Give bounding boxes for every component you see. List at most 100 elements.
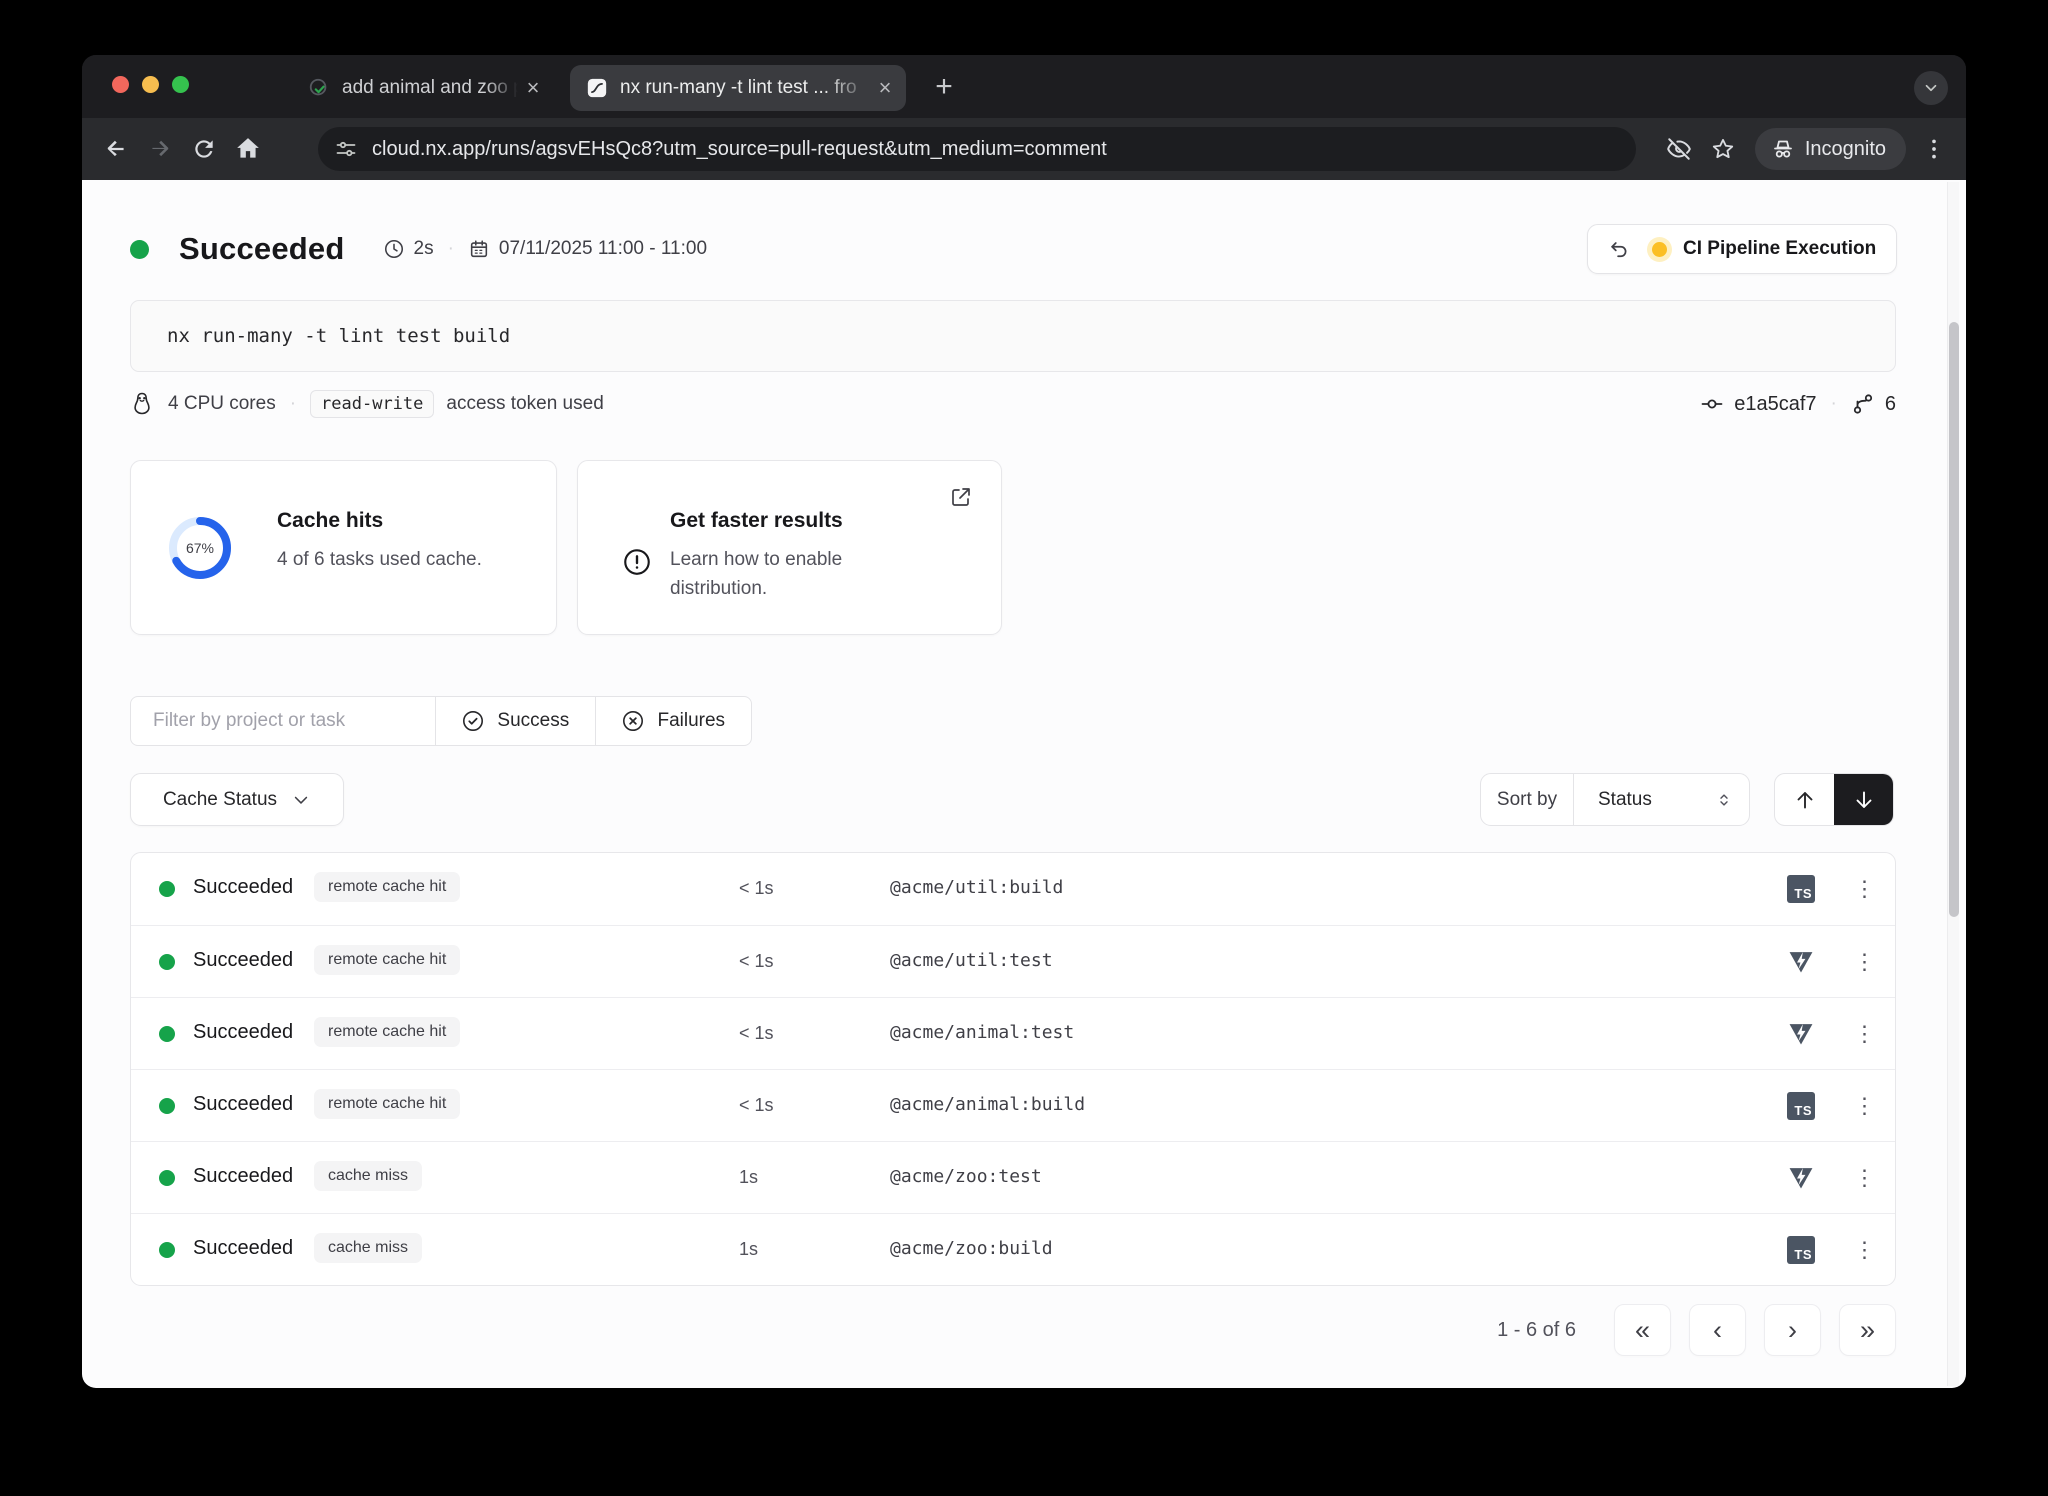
task-row[interactable]: Succeeded cache miss 1s @acme/zoo:build … bbox=[131, 1213, 1895, 1285]
linux-icon bbox=[130, 391, 154, 417]
filter-input[interactable] bbox=[131, 697, 435, 745]
sort-ascending-button[interactable] bbox=[1775, 774, 1834, 825]
task-menu-button[interactable]: ⋮ bbox=[1845, 869, 1885, 909]
kebab-menu-icon bbox=[1921, 136, 1947, 162]
date-range: 07/11/2025 11:00 - 11:00 bbox=[468, 238, 707, 260]
filter-success-button[interactable]: Success bbox=[435, 697, 594, 745]
commit-hash-link[interactable]: e1a5caf7 bbox=[1734, 393, 1816, 416]
vcs-info: e1a5caf7 · 6 bbox=[1700, 388, 1896, 420]
filter-failures-label: Failures bbox=[657, 710, 725, 732]
task-row[interactable]: Succeeded remote cache hit < 1s @acme/ut… bbox=[131, 853, 1895, 925]
task-status-label: Succeeded bbox=[193, 1237, 293, 1260]
home-button[interactable] bbox=[226, 127, 270, 171]
star-icon bbox=[1710, 136, 1736, 162]
task-row[interactable]: Succeeded cache miss 1s @acme/zoo:test T… bbox=[131, 1141, 1895, 1213]
zoom-window-button[interactable] bbox=[172, 76, 189, 93]
browser-window: add animal and zoo packages × nx run-man… bbox=[82, 55, 1966, 1388]
cpu-cores: 4 CPU cores bbox=[168, 393, 276, 415]
task-menu-button[interactable]: ⋮ bbox=[1845, 1158, 1885, 1198]
toolbar-right: Incognito bbox=[1657, 127, 1956, 171]
incognito-label: Incognito bbox=[1805, 138, 1886, 161]
task-menu-button[interactable]: ⋮ bbox=[1845, 1014, 1885, 1054]
close-tab-icon[interactable]: × bbox=[518, 75, 548, 101]
arrow-down-icon bbox=[1852, 788, 1876, 812]
tab-github-pr[interactable]: add animal and zoo packages × bbox=[292, 65, 554, 111]
address-bar[interactable]: cloud.nx.app/runs/agsvEHsQc8?utm_source=… bbox=[318, 127, 1636, 171]
task-status-label: Succeeded bbox=[193, 876, 293, 899]
sort-select[interactable]: Status bbox=[1574, 789, 1749, 811]
dot-separator: · bbox=[448, 238, 454, 260]
distribution-card[interactable]: Get faster results Learn how to enable d… bbox=[577, 460, 1002, 635]
ci-pipeline-execution-button[interactable]: CI Pipeline Execution bbox=[1587, 224, 1897, 274]
page-title: Succeeded bbox=[179, 231, 345, 267]
pipeline-status-dot bbox=[1652, 242, 1667, 257]
task-row[interactable]: Succeeded remote cache hit < 1s @acme/an… bbox=[131, 997, 1895, 1069]
external-link-icon bbox=[949, 485, 973, 509]
sort-direction-group bbox=[1774, 773, 1894, 826]
cache-status-badge: cache miss bbox=[314, 1161, 422, 1191]
bookmark-star-button[interactable] bbox=[1701, 127, 1745, 171]
duration: 2s bbox=[383, 238, 434, 260]
reload-button[interactable] bbox=[182, 127, 226, 171]
back-button[interactable] bbox=[94, 127, 138, 171]
filter-failures-button[interactable]: Failures bbox=[595, 697, 751, 745]
alert-circle-icon bbox=[622, 547, 652, 577]
task-menu-button[interactable]: ⋮ bbox=[1845, 1086, 1885, 1126]
task-status-label: Succeeded bbox=[193, 1165, 293, 1188]
task-list: Succeeded remote cache hit < 1s @acme/ut… bbox=[130, 852, 1896, 1286]
dot-separator: · bbox=[1831, 393, 1837, 415]
filter-success-label: Success bbox=[497, 710, 569, 732]
cache-status-dropdown[interactable]: Cache Status bbox=[130, 773, 344, 826]
sort-select-value: Status bbox=[1598, 789, 1715, 811]
cache-status-badge: remote cache hit bbox=[314, 872, 460, 902]
next-page-button[interactable]: › bbox=[1764, 1304, 1821, 1356]
arrow-up-icon bbox=[1793, 788, 1817, 812]
task-row[interactable]: Succeeded remote cache hit < 1s @acme/ut… bbox=[131, 925, 1895, 997]
cache-status-badge: remote cache hit bbox=[314, 1089, 460, 1119]
ci-pipeline-label: CI Pipeline Execution bbox=[1683, 238, 1876, 260]
previous-page-button[interactable]: ‹ bbox=[1689, 1304, 1746, 1356]
cache-hits-card: 67% Cache hits 4 of 6 tasks used cache. bbox=[130, 460, 557, 635]
cache-card-subtitle: 4 of 6 tasks used cache. bbox=[277, 545, 482, 574]
sort-descending-button[interactable] bbox=[1834, 774, 1893, 825]
tab-search-button[interactable] bbox=[1914, 71, 1948, 105]
tab-nx-run[interactable]: nx run-many -t lint test ... fro × bbox=[570, 65, 906, 111]
new-tab-button[interactable]: + bbox=[925, 69, 963, 107]
task-status-dot bbox=[159, 1098, 175, 1114]
typescript-icon: TS bbox=[1787, 875, 1815, 903]
task-status-dot bbox=[159, 1026, 175, 1042]
incognito-badge: Incognito bbox=[1755, 128, 1906, 170]
nx-cloud-run-page: Succeeded 2s · 07/11/2025 11:00 - 11:00 bbox=[82, 180, 1966, 1388]
sort-by-label: Sort by bbox=[1481, 774, 1574, 825]
forward-icon bbox=[147, 136, 173, 162]
clock-icon bbox=[383, 238, 405, 260]
scrollbar-thumb[interactable] bbox=[1949, 322, 1959, 917]
close-tab-icon[interactable]: × bbox=[870, 75, 900, 101]
first-page-button[interactable]: « bbox=[1614, 1304, 1671, 1356]
cache-status-badge: remote cache hit bbox=[314, 1017, 460, 1047]
forward-button[interactable] bbox=[138, 127, 182, 171]
task-row[interactable]: Succeeded remote cache hit < 1s @acme/an… bbox=[131, 1069, 1895, 1141]
tab-title: add animal and zoo packages bbox=[342, 77, 518, 99]
task-status-label: Succeeded bbox=[193, 949, 293, 972]
site-controls-icon bbox=[334, 137, 358, 161]
chevron-down-icon bbox=[291, 790, 311, 810]
task-name: @acme/util:test bbox=[890, 950, 1053, 971]
close-window-button[interactable] bbox=[112, 76, 129, 93]
task-name: @acme/util:build bbox=[890, 877, 1063, 898]
command-text: nx run-many -t lint test build bbox=[167, 325, 510, 347]
tab-title: nx run-many -t lint test ... fro bbox=[620, 77, 870, 99]
task-menu-button[interactable]: ⋮ bbox=[1845, 1230, 1885, 1270]
tab-strip: add animal and zoo packages × nx run-man… bbox=[82, 55, 1966, 118]
last-page-button[interactable]: » bbox=[1839, 1304, 1896, 1356]
check-circle-icon bbox=[461, 709, 485, 733]
chevron-down-icon bbox=[1922, 79, 1940, 97]
task-menu-button[interactable]: ⋮ bbox=[1845, 942, 1885, 982]
task-name: @acme/animal:test bbox=[890, 1022, 1074, 1043]
browser-menu-button[interactable] bbox=[1912, 127, 1956, 171]
branch-count-link[interactable]: 6 bbox=[1885, 393, 1896, 416]
eye-off-button[interactable] bbox=[1657, 127, 1701, 171]
task-status-label: Succeeded bbox=[193, 1093, 293, 1116]
status-dot bbox=[130, 240, 149, 259]
minimize-window-button[interactable] bbox=[142, 76, 159, 93]
